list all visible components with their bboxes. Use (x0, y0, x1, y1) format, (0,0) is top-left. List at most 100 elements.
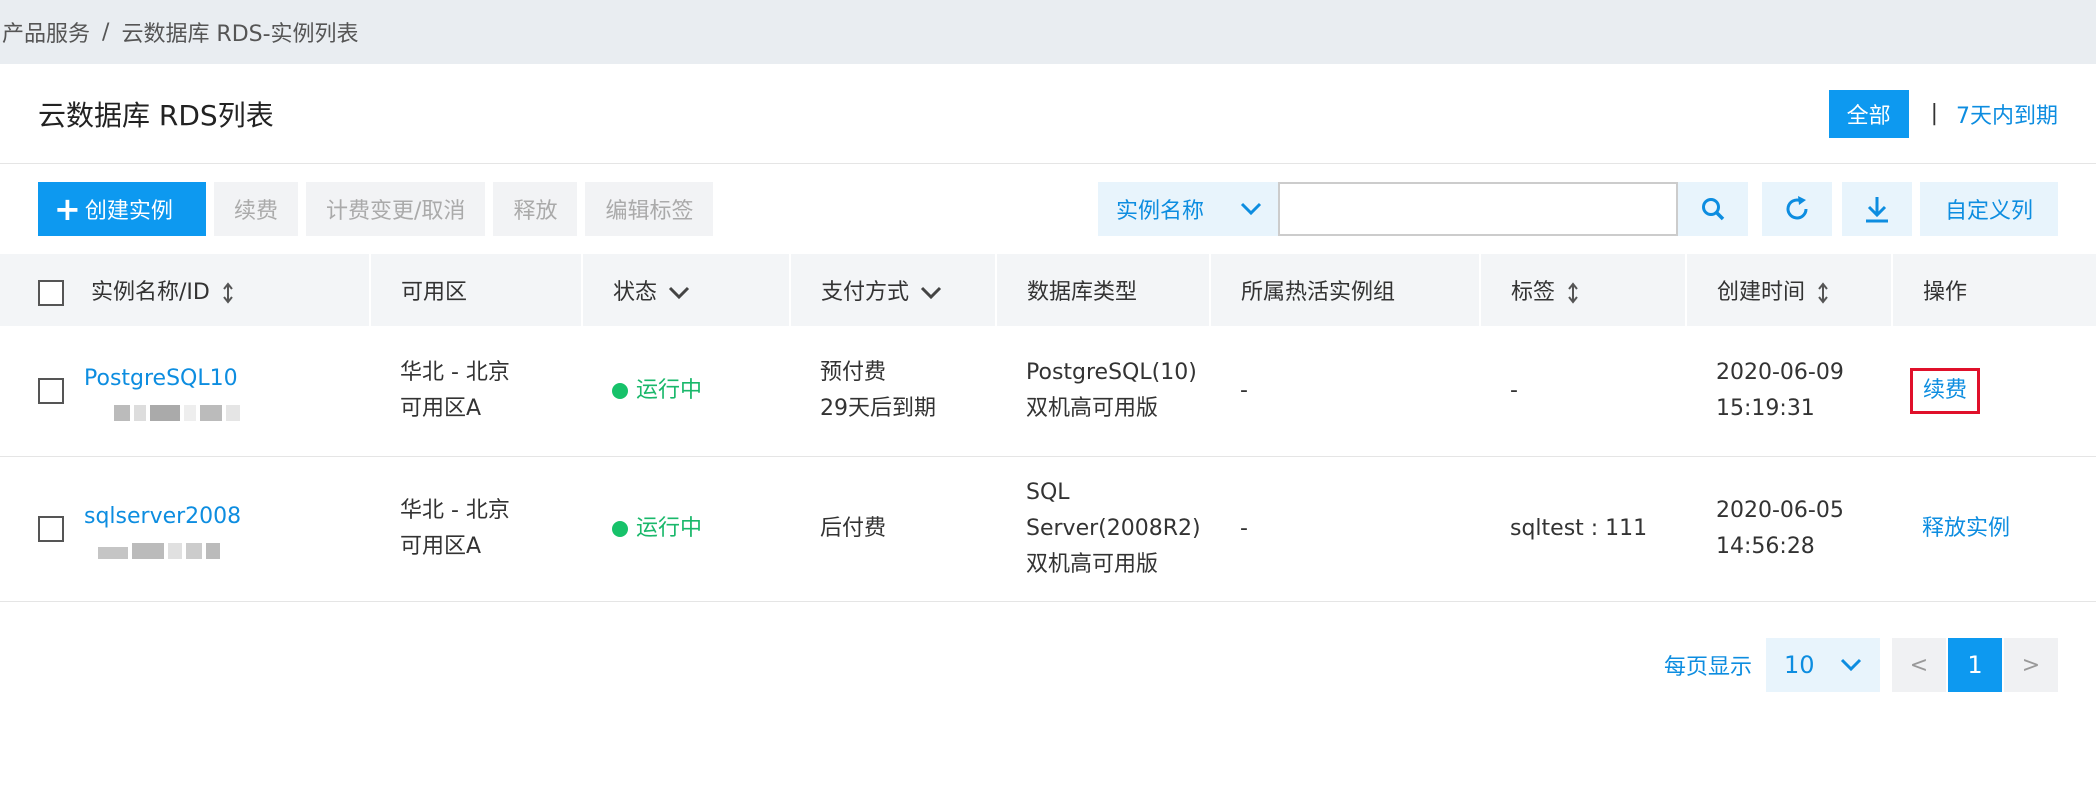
header-name: 实例名称/ID (0, 254, 370, 326)
row-checkbox[interactable] (38, 515, 64, 542)
cell-db-type: SQL Server(2008R2) 双机高可用版 (996, 456, 1210, 601)
header-payment[interactable]: 支付方式 (789, 254, 996, 326)
custom-columns-button[interactable]: 自定义列 (1920, 182, 2058, 236)
sort-icon (1818, 282, 1828, 304)
cell-hot-group: - (1240, 515, 1248, 541)
refresh-button[interactable] (1762, 182, 1832, 236)
header-created[interactable]: 创建时间 (1685, 254, 1892, 326)
cell-name: PostgreSQL10 (0, 326, 370, 456)
header-created-label: 创建时间 (1717, 280, 1806, 305)
filter-separator: | (1930, 101, 1938, 126)
row-renew-link[interactable]: 续费 (1910, 367, 1981, 414)
status-dot-icon (612, 520, 628, 537)
table-header-row: 实例名称/ID 可用区 状态 支付方式 数据库类型 所属热活实例组 标签 创建时… (0, 254, 2096, 326)
zone-region: 华北 - 北京 (400, 497, 510, 523)
filter-all-button[interactable]: 全部 (1828, 89, 1909, 138)
search-button[interactable] (1678, 182, 1748, 236)
db-type-line3: 双机高可用版 (1026, 551, 1159, 577)
cell-created: 2020-06-09 15:19:31 (1686, 326, 1892, 456)
header-tags[interactable]: 标签 (1479, 254, 1686, 326)
refresh-icon (1786, 196, 1808, 220)
chevron-down-icon (1240, 202, 1262, 216)
cell-actions: 续费 (1892, 326, 2096, 456)
select-all-checkbox[interactable] (38, 280, 64, 306)
cell-actions: 释放实例 (1892, 456, 2096, 601)
header-zone: 可用区 (369, 254, 582, 326)
search-area: 实例名称 (1098, 182, 1748, 236)
sort-icon[interactable] (221, 281, 235, 305)
billing-change-button[interactable]: 计费变更/取消 (306, 182, 486, 236)
pagination: 每页显示 10 < 1 > (1664, 638, 2059, 692)
created-time: 15:19:31 (1716, 395, 1815, 421)
table-row: PostgreSQL10 华北 - 北京 可用区A 运行中 预付费 29天后到期… (0, 326, 2096, 456)
header-payment-label: 支付方式 (821, 280, 910, 305)
cell-zone: 华北 - 北京 可用区A (370, 456, 582, 601)
status-text: 运行中 (636, 515, 703, 541)
created-date: 2020-06-09 (1716, 359, 1844, 385)
payment-expiry: 29天后到期 (820, 395, 936, 421)
header-name-label: 实例名称/ID (91, 280, 210, 305)
cell-status: 运行中 (582, 456, 790, 601)
cell-status: 运行中 (582, 326, 790, 456)
header-actions: 操作 (1891, 254, 2096, 326)
prev-page-button[interactable]: < (1892, 638, 1947, 692)
status-dot-icon (612, 382, 628, 399)
download-button[interactable] (1842, 182, 1912, 236)
instance-name-link[interactable]: sqlserver2008 (84, 499, 241, 535)
next-page-button[interactable]: > (2004, 638, 2059, 692)
payment-type: 预付费 (820, 359, 887, 385)
search-input[interactable] (1278, 182, 1678, 236)
panel-header: 云数据库 RDS列表 全部 | 7天内到期 (0, 64, 2096, 164)
zone-az: 可用区A (400, 395, 482, 421)
create-instance-button[interactable]: + 创建实例 (38, 182, 206, 236)
page-size-value: 10 (1784, 651, 1815, 679)
plus-icon: + (54, 190, 81, 228)
cell-hot-group: - (1240, 377, 1248, 403)
cell-name: sqlserver2008 (0, 456, 370, 601)
header-db-type: 数据库类型 (995, 254, 1210, 326)
status-text: 运行中 (636, 377, 703, 403)
db-type-line2: 双机高可用版 (1026, 395, 1159, 421)
cell-tags: - (1510, 377, 1518, 403)
table-row: sqlserver2008 华北 - 北京 可用区A 运行中 后付费 SQL S… (0, 456, 2096, 601)
cell-payment: 后付费 (790, 456, 996, 601)
page-title: 云数据库 RDS列表 (38, 98, 274, 132)
row-checkbox[interactable] (38, 377, 64, 404)
header-tags-label: 标签 (1511, 280, 1556, 305)
release-instance-link[interactable]: 释放实例 (1922, 516, 2010, 541)
breadcrumb: 产品服务 / 云数据库 RDS-实例列表 (0, 0, 2096, 64)
expiry-filter: 全部 | 7天内到期 (1828, 89, 2058, 138)
db-type-line1: SQL (1026, 479, 1070, 505)
download-icon (1866, 197, 1888, 223)
chevron-down-icon (1840, 658, 1862, 672)
chevron-down-icon (668, 286, 690, 300)
create-instance-label: 创建实例 (84, 199, 173, 224)
release-button[interactable]: 释放 (493, 182, 578, 236)
filter-expiring-link[interactable]: 7天内到期 (1956, 98, 2058, 130)
instance-name-link[interactable]: PostgreSQL10 (84, 361, 240, 397)
breadcrumb-separator: / (102, 19, 110, 45)
cell-db-type: PostgreSQL(10) 双机高可用版 (996, 326, 1210, 456)
instance-table: 实例名称/ID 可用区 状态 支付方式 数据库类型 所属热活实例组 标签 创建时… (0, 254, 2096, 602)
sort-icon (1568, 282, 1578, 304)
search-icon (1702, 198, 1725, 221)
header-status-label: 状态 (613, 280, 658, 305)
breadcrumb-root[interactable]: 产品服务 (2, 16, 90, 48)
zone-az: 可用区A (400, 533, 482, 559)
created-time: 14:56:28 (1716, 533, 1815, 559)
instance-id-redacted (98, 542, 241, 559)
current-page-button[interactable]: 1 (1948, 638, 2003, 692)
page-size-select[interactable]: 10 (1766, 638, 1881, 692)
header-hot-group: 所属热活实例组 (1209, 254, 1480, 326)
edit-tags-button[interactable]: 编辑标签 (585, 182, 714, 236)
header-status[interactable]: 状态 (581, 254, 790, 326)
payment-type: 后付费 (820, 515, 887, 541)
search-field-select[interactable]: 实例名称 (1098, 182, 1278, 236)
chevron-down-icon (920, 286, 942, 300)
instance-id-redacted (114, 404, 240, 421)
page-size-label: 每页显示 (1664, 655, 1753, 680)
renew-button[interactable]: 续费 (214, 182, 299, 236)
cell-payment: 预付费 29天后到期 (790, 326, 996, 456)
search-field-label: 实例名称 (1116, 199, 1205, 224)
toolbar: + 创建实例 续费 计费变更/取消 释放 编辑标签 实例名称 自定义列 (0, 164, 2096, 254)
